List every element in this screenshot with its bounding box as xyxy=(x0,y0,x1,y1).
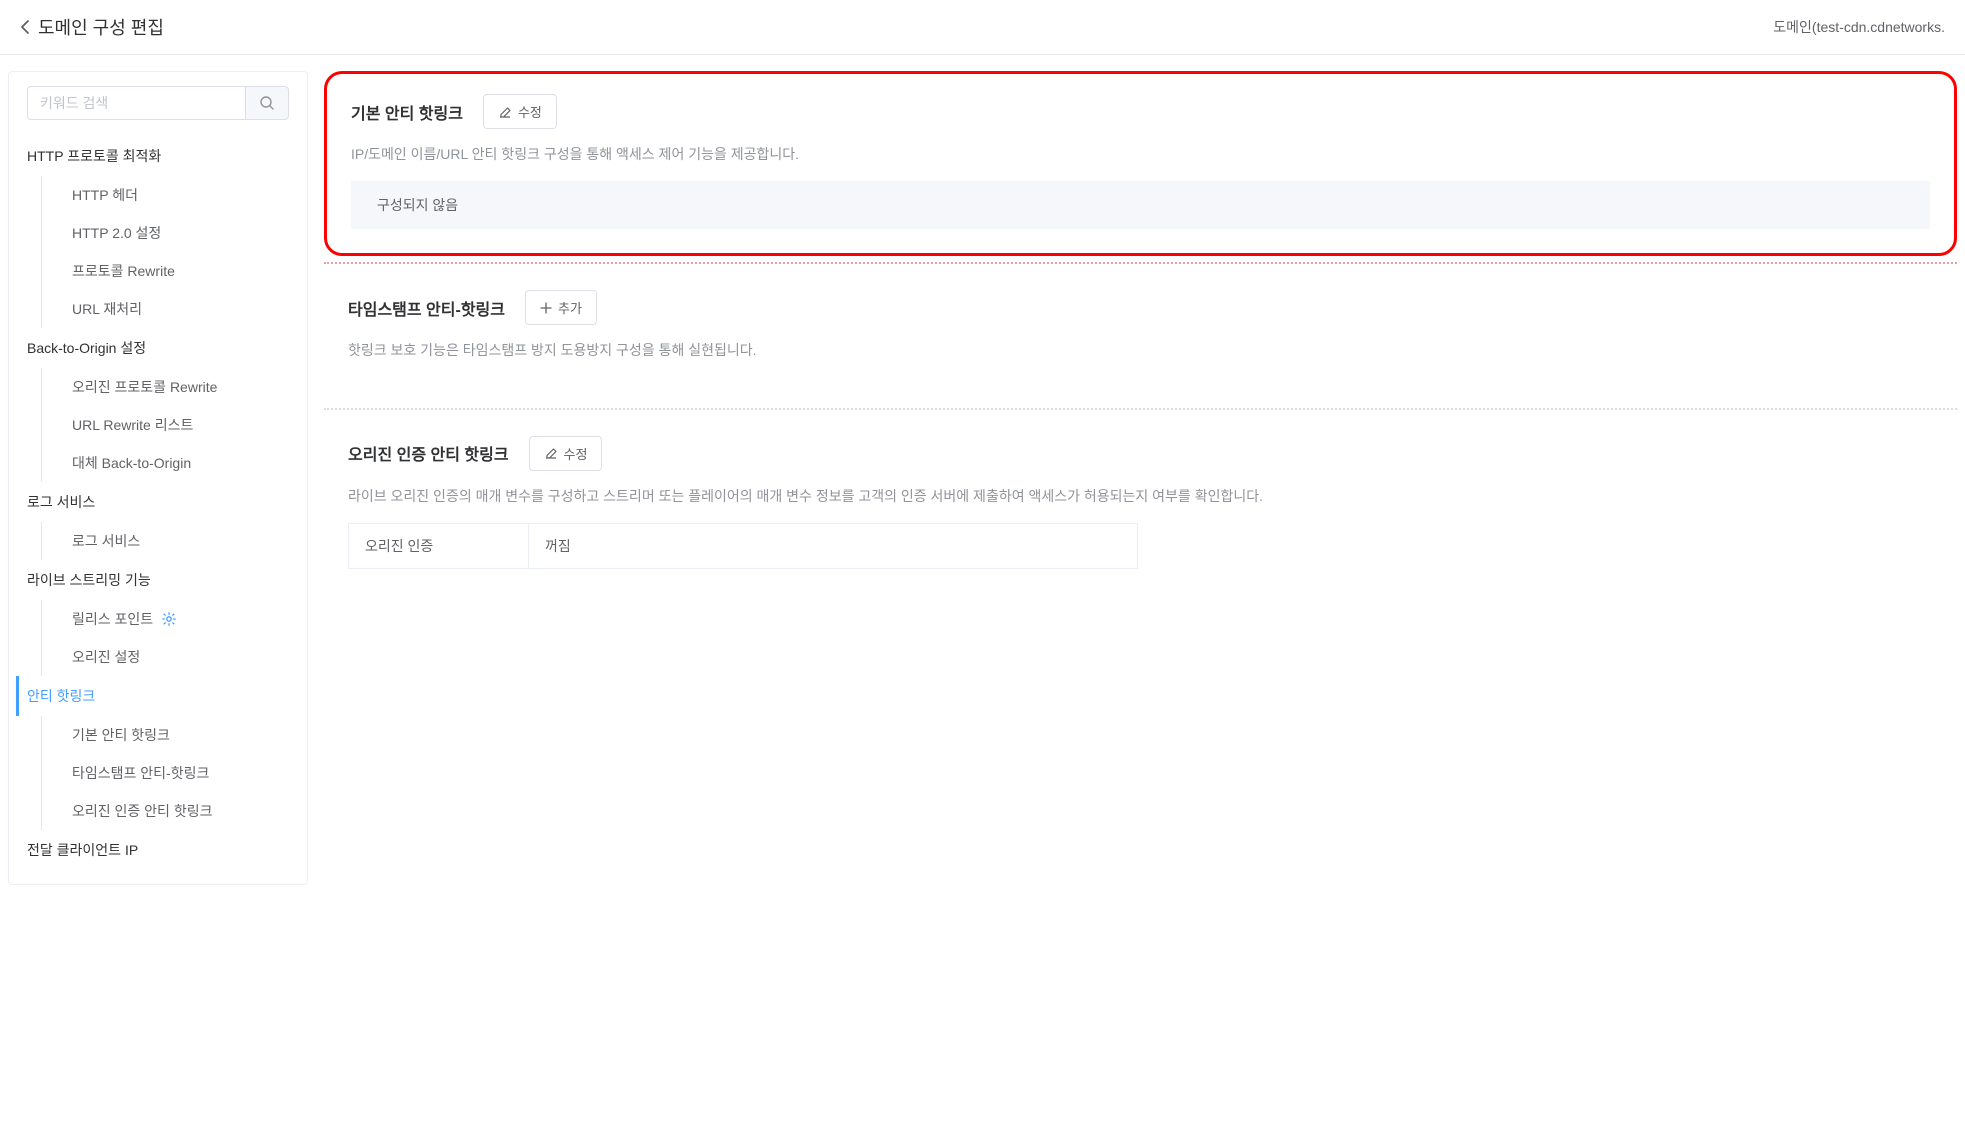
nav-item-url-reprocessing[interactable]: URL 재처리 xyxy=(41,290,289,328)
section-timestamp-anti-hotlink: 타임스탬프 안티-핫링크 추가 핫링크 보호 기능은 타임스탬프 방지 도용방지… xyxy=(324,270,1957,401)
section-header: 오리진 인증 안티 핫링크 수정 xyxy=(348,436,1933,471)
table-value: 꺼짐 xyxy=(529,524,1137,568)
nav-item-release-point[interactable]: 릴리스 포인트 xyxy=(41,600,289,638)
nav-group-log-service[interactable]: 로그 서비스 xyxy=(27,482,289,522)
status-box: 구성되지 않음 xyxy=(351,181,1930,229)
search-wrap xyxy=(27,86,289,120)
section-description: 라이브 오리진 인증의 매개 변수를 구성하고 스트리머 또는 플레이어의 매개… xyxy=(348,485,1933,507)
section-title: 오리진 인증 안티 핫링크 xyxy=(348,441,509,465)
add-button[interactable]: 추가 xyxy=(525,290,597,325)
nav-item-log-service[interactable]: 로그 서비스 xyxy=(41,522,289,560)
main-content: 기본 안티 핫링크 수정 IP/도메인 이름/URL 안티 핫링크 구성을 통해… xyxy=(324,71,1965,885)
section-basic-anti-hotlink: 기본 안티 핫링크 수정 IP/도메인 이름/URL 안티 핫링크 구성을 통해… xyxy=(324,71,1957,256)
nav-item-alt-back-to-origin[interactable]: 대체 Back-to-Origin xyxy=(41,444,289,482)
add-button-label: 추가 xyxy=(558,298,582,317)
nav-item-protocol-rewrite[interactable]: 프로토콜 Rewrite xyxy=(41,252,289,290)
edit-icon xyxy=(544,446,558,460)
nav-item-origin-settings[interactable]: 오리진 설정 xyxy=(41,638,289,676)
page-body: HTTP 프로토콜 최적화 HTTP 헤더 HTTP 2.0 설정 프로토콜 R… xyxy=(0,55,1965,885)
edit-button-label: 수정 xyxy=(564,444,588,463)
nav-item-timestamp-anti-hotlink[interactable]: 타임스탬프 안티-핫링크 xyxy=(41,754,289,792)
edit-button-label: 수정 xyxy=(518,102,542,121)
origin-auth-table: 오리진 인증 꺼짐 xyxy=(348,523,1138,569)
nav-item-http2-settings[interactable]: HTTP 2.0 설정 xyxy=(41,214,289,252)
nav-item-origin-protocol-rewrite[interactable]: 오리진 프로토콜 Rewrite xyxy=(41,368,289,406)
nav-item-label: 릴리스 포인트 xyxy=(72,609,153,629)
search-input[interactable] xyxy=(27,86,245,120)
edit-button[interactable]: 수정 xyxy=(529,436,603,471)
search-icon xyxy=(259,95,275,111)
nav-item-origin-auth-anti-hotlink[interactable]: 오리진 인증 안티 핫링크 xyxy=(41,792,289,830)
domain-label: 도메인(test-cdn.cdnetworks. xyxy=(1773,17,1945,37)
back-chevron-icon[interactable] xyxy=(20,19,30,35)
section-header: 기본 안티 핫링크 수정 xyxy=(351,94,1930,129)
section-origin-auth-anti-hotlink: 오리진 인증 안티 핫링크 수정 라이브 오리진 인증의 매개 변수를 구성하고… xyxy=(324,416,1957,593)
nav-item-http-header[interactable]: HTTP 헤더 xyxy=(41,176,289,214)
nav-item-basic-anti-hotlink[interactable]: 기본 안티 핫링크 xyxy=(41,716,289,754)
page-header: 도메인 구성 편집 도메인(test-cdn.cdnetworks. xyxy=(0,0,1965,55)
page-title: 도메인 구성 편집 xyxy=(38,14,164,40)
header-left: 도메인 구성 편집 xyxy=(20,14,164,40)
edit-icon xyxy=(498,105,512,119)
section-description: 핫링크 보호 기능은 타임스탬프 방지 도용방지 구성을 통해 실현됩니다. xyxy=(348,339,1933,361)
nav-group-http-protocol[interactable]: HTTP 프로토콜 최적화 xyxy=(27,136,289,176)
nav-group-back-to-origin[interactable]: Back-to-Origin 설정 xyxy=(27,328,289,368)
gear-icon xyxy=(161,611,177,627)
search-button[interactable] xyxy=(245,86,289,120)
nav-item-url-rewrite-list[interactable]: URL Rewrite 리스트 xyxy=(41,406,289,444)
edit-button[interactable]: 수정 xyxy=(483,94,557,129)
sidebar: HTTP 프로토콜 최적화 HTTP 헤더 HTTP 2.0 설정 프로토콜 R… xyxy=(8,71,308,885)
section-title: 타임스탬프 안티-핫링크 xyxy=(348,296,505,320)
table-key: 오리진 인증 xyxy=(349,524,529,568)
section-title: 기본 안티 핫링크 xyxy=(351,100,463,124)
nav-group-forward-client-ip[interactable]: 전달 클라이언트 IP xyxy=(27,830,289,870)
nav-group-anti-hotlink[interactable]: 안티 핫링크 xyxy=(16,676,289,716)
section-divider xyxy=(324,262,1957,264)
nav-group-live-streaming[interactable]: 라이브 스트리밍 기능 xyxy=(27,560,289,600)
plus-icon xyxy=(540,302,552,314)
section-description: IP/도메인 이름/URL 안티 핫링크 구성을 통해 액세스 제어 기능을 제… xyxy=(351,143,1930,165)
section-header: 타임스탬프 안티-핫링크 추가 xyxy=(348,290,1933,325)
section-divider xyxy=(324,408,1957,410)
